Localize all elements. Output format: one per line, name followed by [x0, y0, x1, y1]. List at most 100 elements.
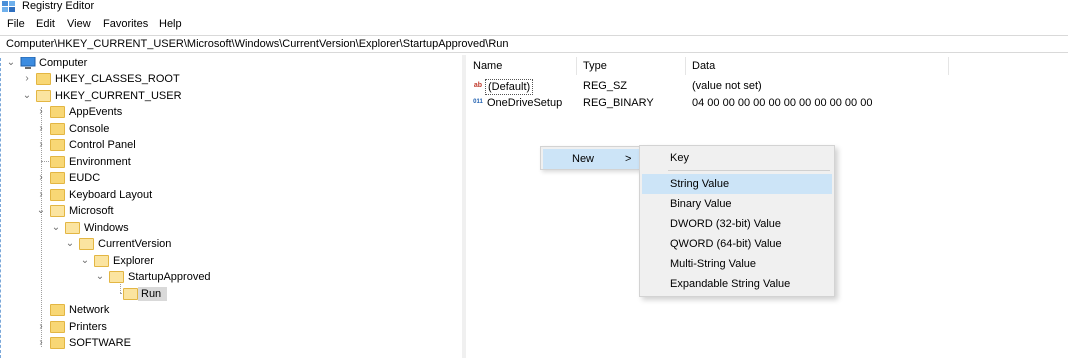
folder-icon [50, 156, 65, 168]
tree-label-selected: Run [138, 287, 168, 301]
registry-editor-icon [2, 1, 15, 12]
key-tree-pane[interactable]: ⌄ Computer › HKEY_CLASSES_ROOT ⌄ HKEY_CU… [0, 55, 463, 358]
submenu-item-key[interactable]: Key [642, 148, 832, 168]
binary-value-icon: 011 [473, 99, 483, 105]
address-path[interactable]: Computer\HKEY_CURRENT_USER\Microsoft\Win… [6, 38, 509, 51]
tree-label: HKEY_CLASSES_ROOT [55, 73, 180, 85]
menu-item-label: Key [670, 152, 689, 164]
menu-edit[interactable]: Edit [36, 17, 55, 31]
menu-item-label: String Value [670, 178, 730, 190]
folder-icon [50, 172, 65, 184]
chevron-right-icon[interactable]: › [36, 189, 46, 201]
value-data: 04 00 00 00 00 00 00 00 00 00 00 00 [692, 97, 873, 109]
tree-node-network[interactable]: Network [0, 302, 460, 318]
menu-bar: File Edit View Favorites Help [0, 15, 1068, 33]
value-type: REG_SZ [583, 80, 628, 92]
chevron-down-icon[interactable]: ⌄ [36, 205, 46, 217]
tree-label: EUDC [69, 172, 101, 184]
tree-label: Environment [69, 156, 131, 168]
menu-view[interactable]: View [67, 17, 91, 31]
context-menu: New > [540, 146, 640, 170]
chevron-right-icon[interactable]: › [36, 337, 46, 349]
value-row-onedrivesetup[interactable]: 011 OneDriveSetup REG_BINARY 04 00 00 00… [468, 95, 1068, 111]
submenu-item-binary-value[interactable]: Binary Value [642, 194, 832, 214]
title-bar: Registry Editor [0, 0, 1068, 15]
context-menu-new[interactable]: New > [543, 149, 639, 169]
tree-label: SOFTWARE [69, 337, 131, 349]
tree-node-explorer[interactable]: ⌄ Explorer [0, 253, 460, 269]
folder-icon [50, 337, 65, 349]
submenu-item-string-value[interactable]: String Value [642, 174, 832, 194]
tree-node-printers[interactable]: › Printers [0, 319, 460, 335]
submenu-item-dword-value[interactable]: DWORD (32-bit) Value [642, 214, 832, 234]
folder-open-icon [94, 255, 109, 267]
submenu-item-multi-string-value[interactable]: Multi-String Value [642, 254, 832, 274]
chevron-right-icon[interactable]: › [36, 139, 46, 151]
menu-item-label: Binary Value [670, 198, 732, 210]
tree-node-environment[interactable]: Environment [0, 154, 460, 170]
folder-open-icon [50, 205, 65, 217]
new-submenu: Key String Value Binary Value DWORD (32-… [639, 145, 835, 297]
column-header-data[interactable]: Data [692, 59, 715, 73]
chevron-right-icon[interactable]: › [36, 106, 46, 118]
chevron-down-icon[interactable]: ⌄ [22, 90, 32, 102]
chevron-right-icon[interactable]: › [36, 321, 46, 333]
address-bar[interactable]: Computer\HKEY_CURRENT_USER\Microsoft\Win… [0, 35, 1068, 53]
tree-label: Keyboard Layout [69, 189, 153, 201]
tree-node-keyboard-layout[interactable]: › Keyboard Layout [0, 187, 460, 203]
window-title: Registry Editor [22, 0, 95, 12]
menu-favorites[interactable]: Favorites [103, 17, 148, 31]
tree-node-appevents[interactable]: › AppEvents [0, 104, 460, 120]
menu-help[interactable]: Help [159, 17, 182, 31]
tree-node-console[interactable]: › Console [0, 121, 460, 137]
tree-node-software[interactable]: › SOFTWARE [0, 335, 460, 351]
chevron-right-icon[interactable]: › [36, 123, 46, 135]
chevron-down-icon[interactable]: ⌄ [6, 57, 16, 69]
tree-node-hkey-classes-root[interactable]: › HKEY_CLASSES_ROOT [0, 71, 460, 87]
column-header-type[interactable]: Type [583, 59, 607, 73]
submenu-arrow-icon: > [625, 153, 632, 165]
submenu-item-expandable-string-value[interactable]: Expandable String Value [642, 274, 832, 294]
focus-edge [0, 58, 1, 358]
menu-item-label: DWORD (32-bit) Value [670, 218, 782, 230]
folder-icon [50, 106, 65, 118]
tree-label: HKEY_CURRENT_USER [55, 90, 182, 102]
tree-node-currentversion[interactable]: ⌄ CurrentVersion [0, 236, 460, 252]
pane-splitter[interactable] [462, 55, 466, 358]
chevron-right-icon[interactable]: › [36, 172, 46, 184]
tree-node-windows[interactable]: ⌄ Windows [0, 220, 460, 236]
tree-label: Computer [39, 57, 88, 69]
column-divider[interactable] [685, 57, 686, 75]
string-value-icon: ab [473, 82, 483, 89]
tree-node-hkey-current-user[interactable]: ⌄ HKEY_CURRENT_USER [0, 88, 460, 104]
submenu-item-qword-value[interactable]: QWORD (64-bit) Value [642, 234, 832, 254]
chevron-down-icon[interactable]: ⌄ [65, 238, 75, 250]
tree-node-eudc[interactable]: › EUDC [0, 170, 460, 186]
chevron-right-icon[interactable]: › [22, 73, 32, 85]
value-type: REG_BINARY [583, 97, 654, 109]
tree-node-startupapproved[interactable]: ⌄ StartupApproved [0, 269, 460, 285]
folder-icon [36, 73, 51, 85]
column-divider[interactable] [576, 57, 577, 75]
value-row-default[interactable]: ab (Default) REG_SZ (value not set) [468, 78, 1068, 95]
menu-file[interactable]: File [7, 17, 25, 31]
menu-item-label: QWORD (64-bit) Value [670, 238, 782, 250]
tree-label: Network [69, 304, 110, 316]
tree-node-control-panel[interactable]: › Control Panel [0, 137, 460, 153]
tree-label: CurrentVersion [98, 238, 172, 250]
chevron-down-icon[interactable]: ⌄ [95, 271, 105, 283]
menu-item-label: Multi-String Value [670, 258, 756, 270]
chevron-down-icon[interactable]: ⌄ [51, 222, 61, 234]
column-header-name[interactable]: Name [473, 59, 502, 73]
column-divider[interactable] [948, 57, 949, 75]
tree-node-microsoft[interactable]: ⌄ Microsoft [0, 203, 460, 219]
folder-icon [50, 304, 65, 316]
value-name: (Default) [485, 79, 534, 95]
chevron-down-icon[interactable]: ⌄ [80, 255, 90, 267]
tree-node-computer[interactable]: ⌄ Computer [0, 55, 460, 71]
tree-node-run[interactable]: Run [0, 286, 460, 302]
value-name: OneDriveSetup [487, 97, 563, 109]
menu-separator [668, 170, 830, 171]
folder-open-icon [79, 238, 94, 250]
folder-icon [50, 123, 65, 135]
